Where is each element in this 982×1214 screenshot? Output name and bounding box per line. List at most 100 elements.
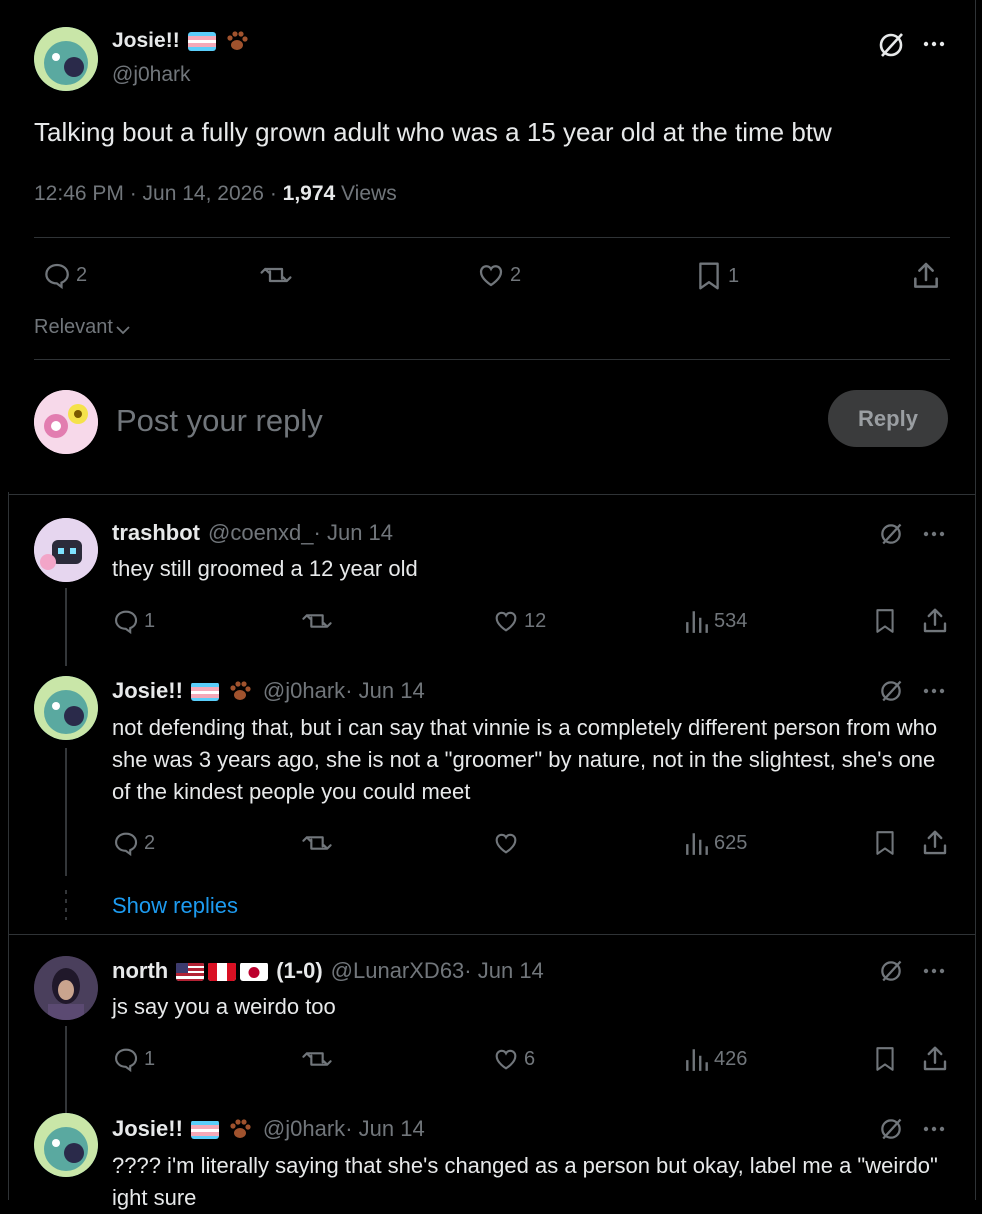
post-date[interactable]: · Jun 14 bbox=[345, 678, 425, 704]
grok-icon[interactable] bbox=[878, 1116, 904, 1142]
heart-icon bbox=[492, 607, 520, 635]
reply-text: they still groomed a 12 year old bbox=[112, 556, 418, 581]
handle[interactable]: @j0hark bbox=[263, 678, 345, 704]
like-button[interactable]: 12 bbox=[492, 607, 546, 635]
peru-flag-icon bbox=[208, 962, 237, 981]
more-icon[interactable] bbox=[922, 40, 946, 48]
display-name[interactable]: Josie!! bbox=[112, 678, 183, 704]
paw-icon bbox=[224, 28, 250, 54]
share-icon[interactable] bbox=[920, 606, 950, 636]
bookmark-icon[interactable] bbox=[872, 828, 898, 858]
handle[interactable]: @coenxd_ bbox=[208, 520, 314, 546]
reply-submit-button[interactable]: Reply bbox=[828, 390, 948, 447]
views-button[interactable]: 534 bbox=[684, 607, 747, 635]
like-button[interactable] bbox=[492, 829, 524, 857]
bookmark-button[interactable]: 1 bbox=[694, 260, 739, 292]
reply-button[interactable]: 2 bbox=[42, 260, 87, 290]
analytics-icon bbox=[684, 1045, 710, 1073]
grok-icon[interactable] bbox=[878, 678, 904, 704]
display-name[interactable]: trashbot bbox=[112, 520, 200, 546]
reply-text: not defending that, but i can say that v… bbox=[112, 715, 938, 804]
repost-button[interactable] bbox=[258, 260, 294, 290]
handle[interactable]: @j0hark bbox=[263, 1116, 345, 1142]
paw-icon bbox=[227, 678, 253, 704]
sort-label: Relevant bbox=[34, 316, 113, 338]
more-icon[interactable] bbox=[922, 687, 946, 695]
handle[interactable]: @LunarXD63 bbox=[331, 958, 465, 984]
bookmark-count: 1 bbox=[728, 264, 740, 287]
reply-icon bbox=[42, 260, 72, 290]
sort-dropdown[interactable]: Relevant bbox=[34, 316, 130, 339]
post-date[interactable]: · Jun 14 bbox=[464, 958, 544, 984]
analytics-icon bbox=[684, 607, 710, 635]
reply-submit-label: Reply bbox=[858, 405, 918, 431]
analytics-icon bbox=[684, 829, 710, 857]
my-avatar[interactable] bbox=[34, 390, 98, 454]
grok-icon[interactable] bbox=[878, 958, 904, 984]
avatar[interactable] bbox=[34, 956, 98, 1020]
grok-icon[interactable] bbox=[876, 30, 906, 60]
heart-icon bbox=[492, 1045, 520, 1073]
post-date[interactable]: · Jun 14 bbox=[314, 520, 394, 546]
reply-icon bbox=[112, 829, 140, 857]
more-icon[interactable] bbox=[922, 967, 946, 975]
avatar[interactable] bbox=[34, 1113, 98, 1177]
post-date[interactable]: · Jun 14 bbox=[345, 1116, 425, 1142]
avatar[interactable] bbox=[34, 518, 98, 582]
display-name[interactable]: Josie!! bbox=[112, 29, 180, 53]
grok-icon[interactable] bbox=[878, 521, 904, 547]
bookmark-icon bbox=[694, 260, 724, 292]
trans-flag-icon bbox=[190, 1120, 219, 1139]
views-button[interactable]: 625 bbox=[684, 829, 747, 857]
views-count: 426 bbox=[714, 1047, 748, 1070]
name-tag: (1-0) bbox=[276, 958, 323, 983]
share-icon[interactable] bbox=[920, 828, 950, 858]
reply-count: 2 bbox=[76, 263, 88, 286]
trans-flag-icon bbox=[190, 682, 219, 701]
display-name[interactable]: north bbox=[112, 958, 168, 984]
like-count: 2 bbox=[510, 263, 522, 286]
handle[interactable]: @j0hark bbox=[112, 63, 191, 87]
views-count: 534 bbox=[714, 609, 748, 632]
reply-button[interactable]: 1 bbox=[112, 1045, 155, 1073]
reply-text: ???? i'm literally saying that she's cha… bbox=[112, 1153, 938, 1210]
bookmark-icon[interactable] bbox=[872, 1044, 898, 1074]
like-button[interactable]: 6 bbox=[492, 1045, 535, 1073]
more-icon[interactable] bbox=[922, 530, 946, 538]
repost-icon[interactable] bbox=[300, 607, 334, 635]
trans-flag-icon bbox=[187, 31, 216, 51]
avatar[interactable] bbox=[34, 27, 98, 91]
post-meta: 12:46 PM · Jun 14, 2026 · 1,974 Views bbox=[34, 182, 397, 206]
paw-icon bbox=[227, 1116, 253, 1142]
views-label: Views bbox=[335, 182, 397, 205]
post-timestamp[interactable]: 12:46 PM · Jun 14, 2026 · bbox=[34, 182, 283, 205]
reply-button[interactable]: 1 bbox=[112, 607, 155, 635]
reply-text: js say you a weirdo too bbox=[112, 994, 336, 1019]
share-icon[interactable] bbox=[920, 1044, 950, 1074]
bookmark-icon[interactable] bbox=[872, 606, 898, 636]
chevron-down-icon bbox=[116, 325, 130, 335]
views-button[interactable]: 426 bbox=[684, 1045, 747, 1073]
repost-icon[interactable] bbox=[300, 829, 334, 857]
reply-input[interactable] bbox=[114, 398, 808, 444]
repost-icon bbox=[258, 260, 294, 290]
usa-flag-icon bbox=[176, 962, 205, 981]
views-count: 1,974 bbox=[282, 182, 336, 205]
reply-icon bbox=[112, 607, 140, 635]
heart-icon bbox=[492, 829, 520, 857]
japan-flag-icon bbox=[240, 962, 269, 981]
more-icon[interactable] bbox=[922, 1125, 946, 1133]
like-count: 12 bbox=[524, 609, 547, 632]
reply-count: 1 bbox=[144, 609, 156, 632]
repost-icon[interactable] bbox=[300, 1045, 334, 1073]
heart-icon bbox=[476, 260, 506, 290]
reply-count: 2 bbox=[144, 831, 156, 854]
like-button[interactable]: 2 bbox=[476, 260, 521, 290]
show-replies-link[interactable]: Show replies bbox=[112, 893, 238, 919]
like-count: 6 bbox=[524, 1047, 536, 1070]
share-icon[interactable] bbox=[910, 260, 942, 292]
display-name[interactable]: Josie!! bbox=[112, 1116, 183, 1142]
views-count: 625 bbox=[714, 831, 748, 854]
reply-button[interactable]: 2 bbox=[112, 829, 155, 857]
avatar[interactable] bbox=[34, 676, 98, 740]
